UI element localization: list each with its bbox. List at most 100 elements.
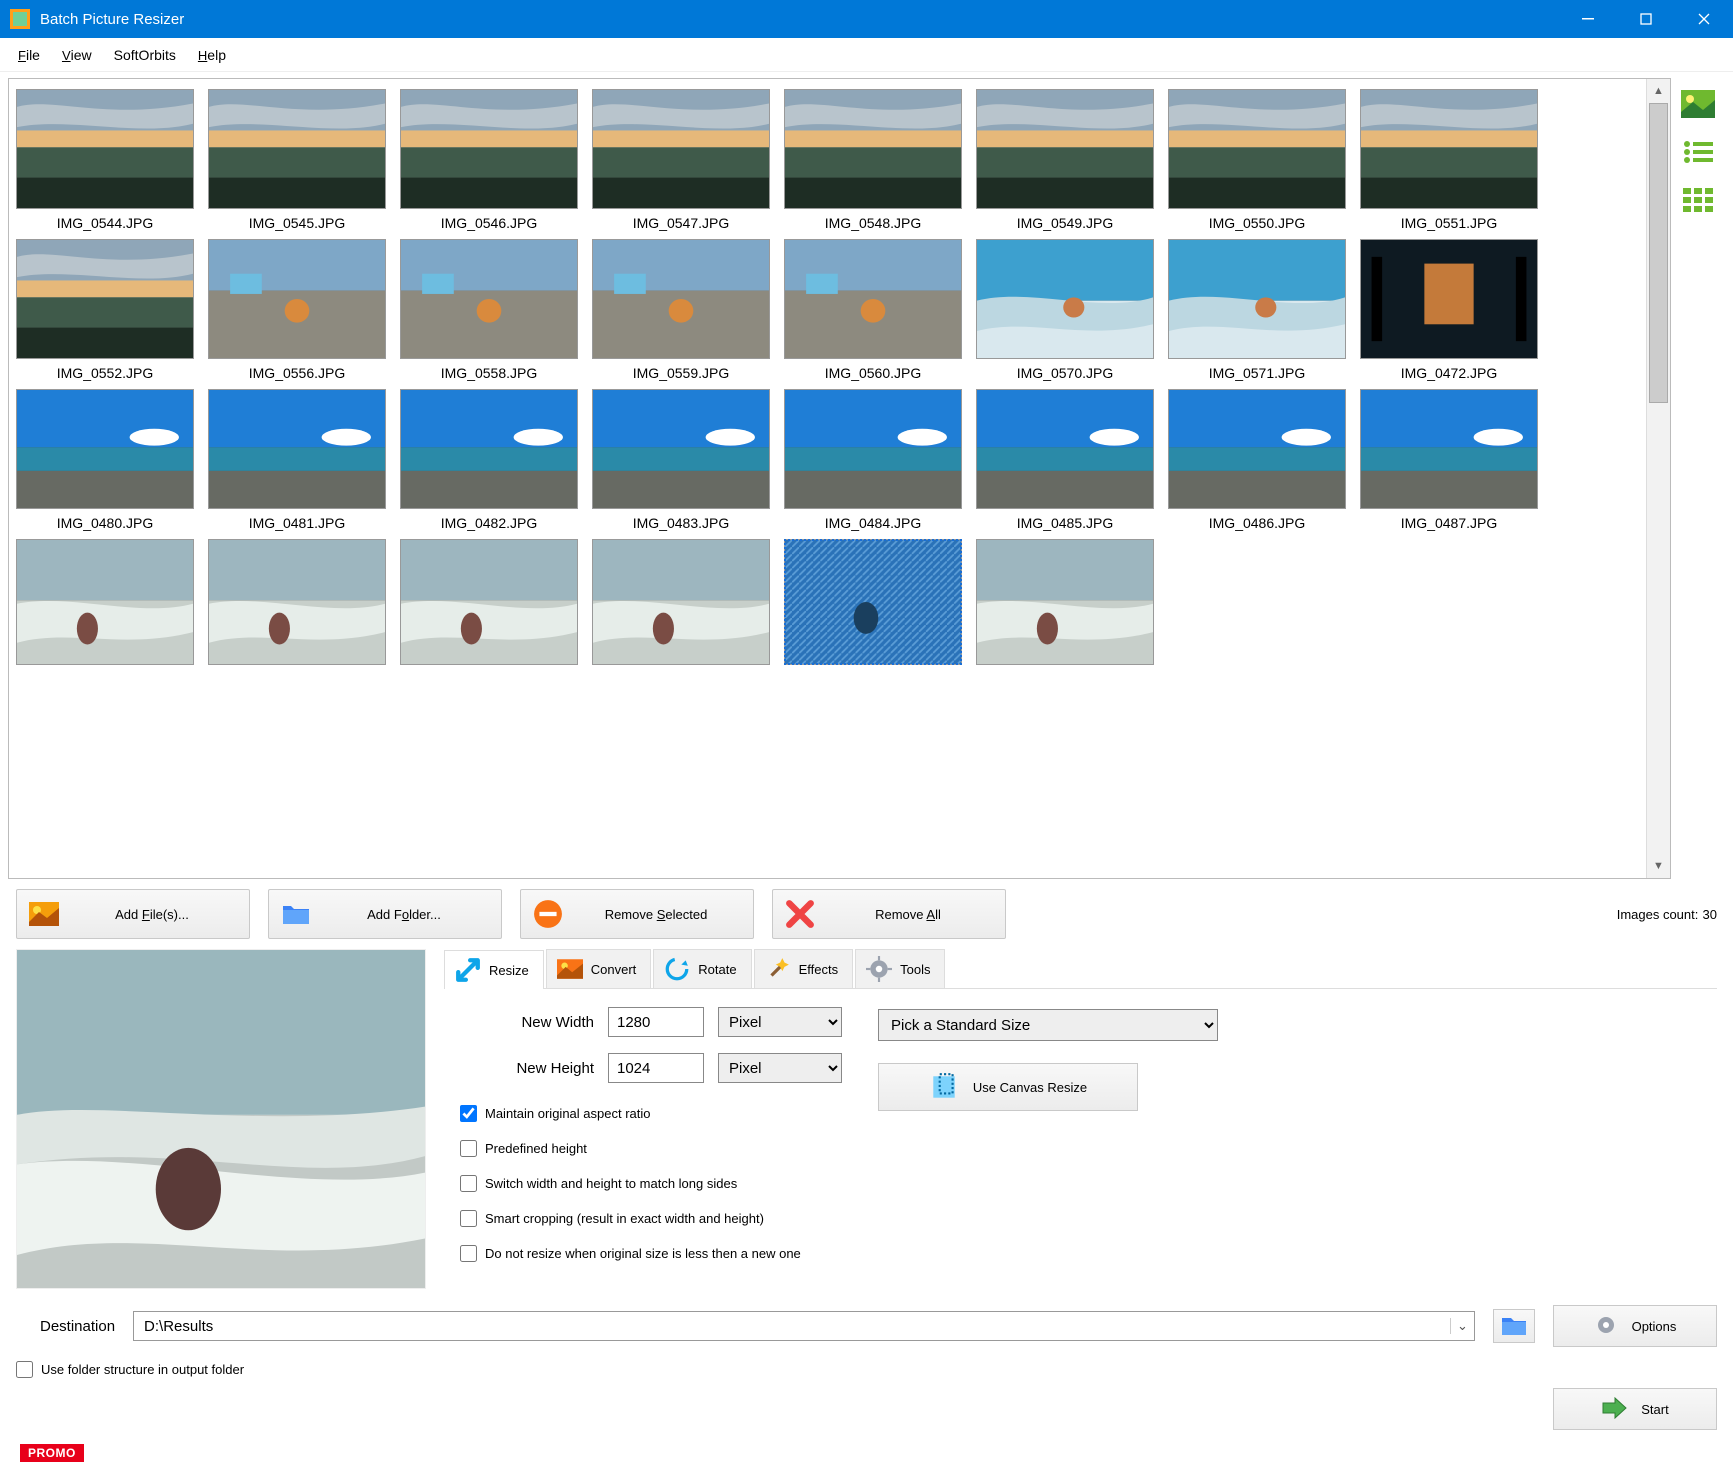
thumbnail-item[interactable]: IMG_0550.JPG (1167, 89, 1347, 231)
thumbnail-item[interactable]: IMG_0560.JPG (783, 239, 963, 381)
height-unit-select[interactable]: Pixel (718, 1053, 842, 1083)
thumbnail-item[interactable]: IMG_0559.JPG (591, 239, 771, 381)
thumbnail-label: IMG_0482.JPG (399, 515, 579, 531)
thumbnail-item[interactable] (207, 539, 387, 665)
thumbnail-image (16, 239, 194, 359)
view-list-button[interactable] (1678, 134, 1718, 170)
add-folder-button[interactable]: Add Folder... (268, 889, 502, 939)
thumbnail-item[interactable]: IMG_0571.JPG (1167, 239, 1347, 381)
action-row: Add File(s)... Add Folder... Remove Sele… (0, 879, 1733, 945)
thumbnail-item[interactable]: IMG_0545.JPG (207, 89, 387, 231)
new-height-input[interactable] (608, 1053, 704, 1083)
remove-all-button[interactable]: Remove All (772, 889, 1006, 939)
tab-rotate[interactable]: Rotate (653, 949, 751, 988)
thumbnail-label: IMG_0480.JPG (15, 515, 195, 531)
menu-softorbits[interactable]: SoftOrbits (104, 43, 186, 67)
tab-convert[interactable]: Convert (546, 949, 652, 988)
thumbnail-item[interactable]: IMG_0487.JPG (1359, 389, 1539, 531)
destination-input[interactable] (134, 1318, 1450, 1335)
thumbnail-image (400, 539, 578, 665)
close-button[interactable] (1675, 0, 1733, 38)
thumbnail-item[interactable] (975, 539, 1155, 665)
scroll-down-icon[interactable]: ▼ (1647, 854, 1670, 878)
thumbnail-item[interactable] (591, 539, 771, 665)
thumbnail-image (976, 539, 1154, 665)
thumbnail-image (1360, 389, 1538, 509)
promo-badge[interactable]: PROMO (20, 1444, 84, 1462)
thumbnail-label: IMG_0483.JPG (591, 515, 771, 531)
thumbnail-item[interactable]: IMG_0546.JPG (399, 89, 579, 231)
delete-icon (785, 899, 815, 929)
thumbnail-item[interactable]: IMG_0472.JPG (1359, 239, 1539, 381)
tab-effects[interactable]: Effects (754, 949, 854, 988)
maximize-button[interactable] (1617, 0, 1675, 38)
effects-icon (765, 956, 791, 982)
thumbnail-item[interactable]: IMG_0486.JPG (1167, 389, 1347, 531)
scroll-up-icon[interactable]: ▲ (1647, 79, 1670, 103)
thumbnail-item[interactable]: IMG_0544.JPG (15, 89, 195, 231)
chevron-down-icon[interactable]: ⌄ (1450, 1318, 1474, 1334)
thumbnail-item[interactable]: IMG_0556.JPG (207, 239, 387, 381)
smart-cropping-checkbox[interactable]: Smart cropping (result in exact width an… (460, 1210, 842, 1227)
canvas-resize-button[interactable]: Use Canvas Resize (878, 1063, 1138, 1111)
thumbnail-label: IMG_0545.JPG (207, 215, 387, 231)
thumbnail-image (16, 539, 194, 665)
switch-sides-checkbox[interactable]: Switch width and height to match long si… (460, 1175, 842, 1192)
thumbnail-item[interactable]: IMG_0482.JPG (399, 389, 579, 531)
thumbnail-item[interactable] (15, 539, 195, 665)
menu-file[interactable]: File (8, 43, 50, 67)
start-button[interactable]: Start (1553, 1388, 1717, 1430)
tab-tools[interactable]: Tools (855, 949, 945, 988)
thumbnail-label: IMG_0559.JPG (591, 365, 771, 381)
add-files-button[interactable]: Add File(s)... (16, 889, 250, 939)
thumbnail-item[interactable]: IMG_0570.JPG (975, 239, 1155, 381)
thumbnail-item[interactable] (783, 539, 963, 665)
image-icon (29, 899, 59, 929)
scroll-thumb[interactable] (1649, 103, 1668, 403)
width-unit-select[interactable]: Pixel (718, 1007, 842, 1037)
options-button[interactable]: Options (1553, 1305, 1717, 1347)
destination-combo[interactable]: ⌄ (133, 1311, 1475, 1341)
new-width-label: New Width (454, 1014, 594, 1031)
thumbnail-item[interactable]: IMG_0485.JPG (975, 389, 1155, 531)
use-folder-structure-checkbox[interactable]: Use folder structure in output folder (16, 1361, 1717, 1378)
thumbnail-item[interactable]: IMG_0547.JPG (591, 89, 771, 231)
thumbnail-item[interactable] (399, 539, 579, 665)
predefined-height-checkbox[interactable]: Predefined height (460, 1140, 842, 1157)
view-thumbnails-button[interactable] (1678, 86, 1718, 122)
thumbnail-item[interactable]: IMG_0548.JPG (783, 89, 963, 231)
tab-resize[interactable]: Resize (444, 950, 544, 989)
thumbnail-item[interactable]: IMG_0483.JPG (591, 389, 771, 531)
play-icon (1601, 1397, 1627, 1422)
thumbnail-label: IMG_0549.JPG (975, 215, 1155, 231)
thumbnail-item[interactable]: IMG_0549.JPG (975, 89, 1155, 231)
gear-icon (1594, 1313, 1618, 1340)
thumbnail-image (784, 539, 962, 665)
thumbnail-label: IMG_0485.JPG (975, 515, 1155, 531)
thumbnail-item[interactable]: IMG_0480.JPG (15, 389, 195, 531)
gear-icon (866, 956, 892, 982)
new-width-input[interactable] (608, 1007, 704, 1037)
standard-size-select[interactable]: Pick a Standard Size (878, 1009, 1218, 1041)
view-grid-button[interactable] (1678, 182, 1718, 218)
titlebar: Batch Picture Resizer (0, 0, 1733, 38)
thumbnail-scrollbar[interactable]: ▲ ▼ (1646, 79, 1670, 878)
menu-view[interactable]: View (52, 43, 102, 67)
aspect-ratio-checkbox[interactable]: Maintain original aspect ratio (460, 1105, 842, 1122)
thumbnail-image (208, 239, 386, 359)
menu-help[interactable]: Help (188, 43, 236, 67)
browse-button[interactable] (1493, 1309, 1535, 1343)
thumbnail-item[interactable]: IMG_0481.JPG (207, 389, 387, 531)
no-resize-checkbox[interactable]: Do not resize when original size is less… (460, 1245, 842, 1262)
remove-selected-button[interactable]: Remove Selected (520, 889, 754, 939)
thumbnail-item[interactable]: IMG_0484.JPG (783, 389, 963, 531)
thumbnail-image (16, 89, 194, 209)
minimize-button[interactable] (1559, 0, 1617, 38)
thumbnail-image (976, 239, 1154, 359)
convert-icon (557, 956, 583, 982)
thumbnail-item[interactable]: IMG_0551.JPG (1359, 89, 1539, 231)
thumbnail-label: IMG_0547.JPG (591, 215, 771, 231)
thumbnail-item[interactable]: IMG_0552.JPG (15, 239, 195, 381)
thumbnail-image (400, 389, 578, 509)
thumbnail-item[interactable]: IMG_0558.JPG (399, 239, 579, 381)
